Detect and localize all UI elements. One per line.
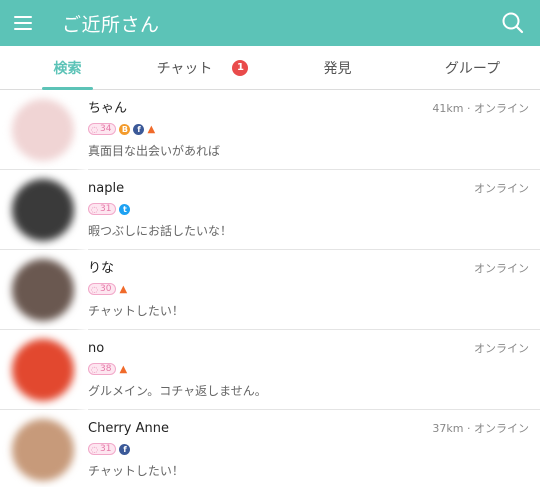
user-name: naple <box>88 181 125 196</box>
user-message: グルメイン。コチャ返しません。 <box>88 384 267 398</box>
age-chip: ◌ 31 <box>88 203 117 215</box>
age-value: 31 <box>99 444 112 454</box>
distance-status: オンライン <box>474 182 529 195</box>
tab-search-label: 検索 <box>53 60 82 77</box>
user-message: チャットしたい！ <box>88 304 184 318</box>
app-title: ご近所さん <box>62 13 160 36</box>
user-list-item[interactable]: りな オンライン ◌ 30 ▲ チャットしたい！ <box>0 250 540 330</box>
distance-status: オンライン <box>474 342 529 355</box>
flame-icon: ▲ <box>119 283 128 295</box>
tab-bar: 検索 チャット 1 発見 グループ <box>0 46 540 90</box>
age-chip: ◌ 38 <box>88 363 117 375</box>
avatar-image <box>12 99 74 161</box>
avatar-image <box>12 339 74 401</box>
tab-group-label: グループ <box>444 60 501 77</box>
age-chip: ◌ 34 <box>88 123 117 135</box>
age-value: 34 <box>99 124 112 134</box>
chat-bubble-icon: ◌ <box>91 284 98 294</box>
avatar-image <box>12 419 74 481</box>
facebook-icon: f <box>133 123 145 135</box>
avatar[interactable] <box>0 330 88 410</box>
flame-icon: ▲ <box>119 363 128 375</box>
age-chip: ◌ 31 <box>88 443 117 455</box>
orange-coin-icon: B <box>119 123 131 135</box>
user-list-item[interactable]: naple オンライン ◌ 31 t 暇つぶしにお話したいな！ <box>0 170 540 250</box>
avatar[interactable] <box>0 90 88 170</box>
app-bar: ご近所さん <box>0 0 540 46</box>
user-message: 暇つぶしにお話したいな！ <box>88 224 233 238</box>
user-name: りな <box>88 261 115 276</box>
chat-bubble-icon: ◌ <box>91 204 98 214</box>
twitter-icon: t <box>119 203 131 215</box>
age-value: 31 <box>99 204 112 214</box>
user-name: no <box>88 341 105 356</box>
chat-bubble-icon: ◌ <box>91 444 98 454</box>
distance-status: 37km · オンライン <box>432 422 529 435</box>
tab-chat-label: チャット <box>156 60 213 77</box>
tab-chat[interactable]: チャット 1 <box>135 46 270 89</box>
tab-discover[interactable]: 発見 <box>270 46 405 89</box>
user-list: ちゃん 41km · オンライン ◌ 34 Bf ▲ 真面目な出会いがあれば na… <box>0 90 540 487</box>
search-icon[interactable] <box>500 10 526 36</box>
distance-status: 41km · オンライン <box>432 102 529 115</box>
avatar-image <box>12 259 74 321</box>
user-list-item[interactable]: ちゃん 41km · オンライン ◌ 34 Bf ▲ 真面目な出会いがあれば <box>0 90 540 170</box>
age-value: 30 <box>99 284 112 294</box>
user-message: 真面目な出会いがあれば <box>88 144 221 158</box>
tab-search[interactable]: 検索 <box>0 46 135 90</box>
chat-bubble-icon: ◌ <box>91 364 98 374</box>
user-message: チャットしたい！ <box>88 464 184 478</box>
user-list-item[interactable]: Cherry Anne 37km · オンライン ◌ 31 f チャットしたい！ <box>0 410 540 487</box>
flame-icon: ▲ <box>147 123 156 135</box>
age-value: 38 <box>99 364 112 374</box>
facebook-icon: f <box>119 443 131 455</box>
avatar[interactable] <box>0 410 88 487</box>
hamburger-icon[interactable] <box>14 11 42 35</box>
distance-status: オンライン <box>474 262 529 275</box>
avatar-image <box>12 179 74 241</box>
tab-discover-label: 発見 <box>323 60 352 77</box>
user-list-item[interactable]: no オンライン ◌ 38 ▲ グルメイン。コチャ返しません。 <box>0 330 540 410</box>
avatar[interactable] <box>0 170 88 250</box>
avatar[interactable] <box>0 250 88 330</box>
tab-group[interactable]: グループ <box>405 46 540 89</box>
chat-unread-badge: 1 <box>232 59 249 76</box>
age-chip: ◌ 30 <box>88 283 117 295</box>
chat-bubble-icon: ◌ <box>91 124 98 134</box>
